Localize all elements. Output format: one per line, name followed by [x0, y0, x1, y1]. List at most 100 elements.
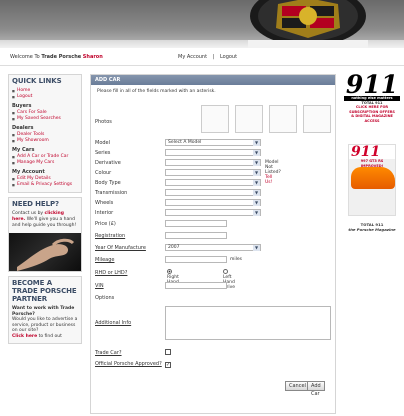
photo-slot-4[interactable] [303, 105, 331, 133]
sidebar-item-logout[interactable]: Logout [12, 94, 78, 100]
welcome-text: Welcome To Trade Porsche Sharon [10, 54, 103, 60]
official-approved-checkbox[interactable]: ✓ [165, 362, 171, 368]
chevron-down-icon: ▼ [253, 170, 260, 176]
photo-slot-2[interactable] [235, 105, 263, 133]
chevron-down-icon: ▼ [253, 150, 260, 156]
chevron-down-icon: ▼ [253, 245, 260, 251]
partner-question: Want to work with Trade Porsche? [12, 306, 75, 317]
vin-label: VIN [95, 283, 104, 289]
series-label: Series [95, 150, 111, 156]
transmission-select[interactable]: ▼ [165, 189, 261, 196]
porsche-car-image [351, 167, 395, 189]
add-car-button[interactable]: Add Car [307, 381, 325, 397]
magazine-cover: 911 997 GT3 RS IMPROVED! [348, 144, 396, 216]
site-header [0, 0, 404, 48]
price-input[interactable] [165, 220, 227, 227]
partner-title: BECOME A TRADE PORSCHE PARTNER [12, 279, 77, 303]
options-label: Options [95, 295, 115, 301]
radio-icon[interactable] [223, 269, 228, 274]
add-car-form: ADD CAR Please fill in all of the fields… [90, 74, 336, 414]
year-label: Year Of Manufacture [95, 245, 146, 251]
tell-us-link[interactable]: Tell Us! [265, 175, 272, 185]
chevron-down-icon: ▼ [253, 180, 260, 186]
sidebar-item-showroom[interactable]: My Showroom [12, 138, 78, 144]
series-select[interactable]: ▼ [165, 149, 261, 156]
colour-label: Colour [95, 170, 112, 176]
mileage-label: Mileage [95, 257, 115, 263]
model-label: Model [95, 140, 111, 146]
quick-links-box: QUICK LINKS Home Logout Buyers Cars For … [8, 74, 82, 193]
need-help-box: NEED HELP? Contact us by clicking here. … [8, 197, 82, 272]
official-approved-label: Official Porsche Approved? [95, 361, 162, 367]
total911-ad[interactable]: 911 nothing else matters TOTAL 911 CLICK… [344, 70, 400, 244]
body-type-select[interactable]: ▼ [165, 179, 261, 186]
chevron-down-icon: ▼ [253, 210, 260, 216]
ad-caption-2: the Porsche Magazine [348, 227, 396, 232]
form-title: ADD CAR [91, 75, 335, 85]
quick-links-title: QUICK LINKS [12, 77, 62, 85]
porsche-crest-logo [248, 0, 368, 48]
username: Sharon [82, 54, 103, 60]
need-help-title: NEED HELP? [12, 200, 59, 208]
additional-info-textarea[interactable] [165, 306, 331, 340]
left-sidebar: QUICK LINKS Home Logout Buyers Cars For … [8, 74, 82, 348]
wheels-select[interactable]: ▼ [165, 199, 261, 206]
partner-text: Would you like to advertise a service, p… [12, 317, 78, 333]
ad-line-5: ACCESS [364, 118, 380, 123]
ad-line-4: & DIGITAL MAGAZINE [351, 114, 393, 118]
trade-car-checkbox[interactable] [165, 349, 171, 355]
brand-name: Trade Porsche [41, 54, 82, 60]
mileage-input[interactable] [165, 256, 227, 263]
separator: | [212, 54, 215, 60]
miles-unit: miles [230, 257, 242, 262]
rhd-label: RHD or LHD? [95, 270, 128, 276]
top-bar: Welcome To Trade Porsche Sharon My Accou… [0, 48, 404, 66]
sidebar-item-saved-searches[interactable]: My Saved Searches [12, 116, 78, 122]
trade-car-label: Trade Car? [95, 350, 122, 356]
registration-label: Registration [95, 233, 126, 239]
price-label: Price (£) [95, 221, 116, 227]
ad-tagline: nothing else matters [344, 96, 400, 101]
transmission-label: Transmission [95, 190, 128, 196]
partner-link[interactable]: Click here [12, 334, 37, 339]
partner-box: BECOME A TRADE PORSCHE PARTNER Want to w… [8, 276, 82, 344]
magazine-title: 911 [349, 145, 395, 159]
partner-tail: to find out [38, 333, 62, 339]
photo-slot-1[interactable] [201, 105, 229, 133]
registration-input[interactable] [165, 232, 227, 239]
account-links: My Account | Logout [176, 54, 239, 60]
derivative-select[interactable]: ▼ [165, 159, 261, 166]
photos-label: Photos [95, 119, 112, 125]
sidebar-item-privacy[interactable]: Email & Privacy Settings [12, 182, 78, 188]
buyers-title: Buyers [12, 103, 32, 109]
vin-input[interactable] [165, 282, 227, 289]
my-account-title: My Account [12, 169, 45, 175]
body-type-label: Body Type [95, 180, 121, 186]
interior-label: Interior [95, 210, 114, 216]
welcome-prefix: Welcome To [10, 54, 40, 60]
additional-info-label: Additional Info [95, 320, 132, 326]
helping-hand-image [9, 233, 81, 271]
derivative-label: Derivative [95, 160, 121, 166]
photo-slot-3[interactable] [269, 105, 297, 133]
form-intro: Please fill in all of the fields marked … [97, 89, 216, 94]
chevron-down-icon: ▼ [253, 140, 260, 146]
ad-masthead: 911 [345, 70, 399, 99]
ad-caption: TOTAL 911 the Porsche Magazine [344, 222, 400, 232]
wheels-label: Wheels [95, 200, 114, 206]
chevron-down-icon: ▼ [253, 200, 260, 206]
model-not-listed: Model Not Listed? Tell Us! [265, 160, 281, 185]
sidebar-item-manage-cars[interactable]: Manage My Cars [12, 160, 78, 166]
model-select[interactable]: Select A Model ▼ [165, 139, 261, 146]
logout-link[interactable]: Logout [220, 54, 237, 60]
chevron-down-icon: ▼ [253, 190, 260, 196]
interior-select[interactable]: ▼ [165, 209, 261, 216]
dealers-title: Dealers [12, 125, 34, 131]
my-cars-title: My Cars [12, 147, 35, 153]
help-text-1: Contact us by [12, 211, 44, 216]
year-select[interactable]: 2007 ▼ [165, 244, 261, 251]
chevron-down-icon: ▼ [253, 160, 260, 166]
colour-select[interactable]: ▼ [165, 169, 261, 176]
radio-selected-icon[interactable] [167, 269, 172, 274]
my-account-link[interactable]: My Account [178, 54, 207, 60]
